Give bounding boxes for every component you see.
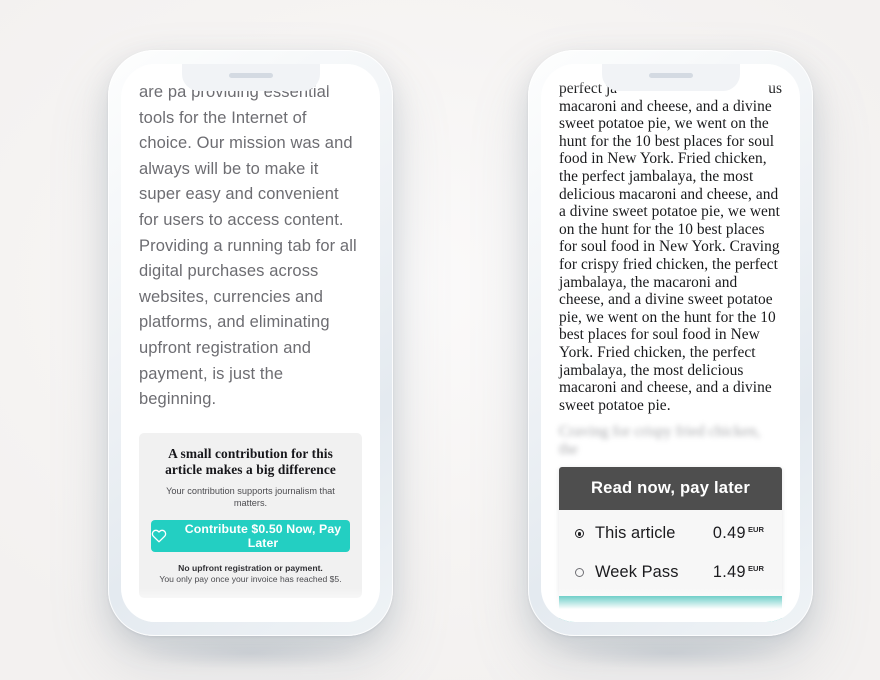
contribute-button-label: Contribute $0.50 Now, Pay Later [184,521,342,550]
phone-notch-left [181,64,320,91]
contribution-subtitle: Your contribution supports journalism th… [166,485,335,508]
heart-icon [151,528,167,543]
shopping-cart-icon [578,610,595,622]
price-currency: EUR [747,564,764,574]
article-body-paragraph: macaroni and cheese, and a divine sweet … [559,97,780,414]
paywall-option-week-pass[interactable]: Week Pass 1.49 EUR [559,553,782,592]
earpiece-speaker-icon [228,73,273,78]
earpiece-speaker-icon [648,73,693,78]
paywall-option-price: 1.49 EUR [713,563,764,582]
paywall-option-label: Week Pass [595,563,679,582]
scene-background: are pa providing essential tools for the… [0,0,880,680]
radio-week-pass[interactable] [575,568,584,578]
paywall-header: Read now, pay later [559,467,782,511]
radio-this-article[interactable] [575,529,584,539]
article-paragraph-3: We at LaterPay are proud to be at the fo… [139,620,362,622]
blurred-teaser-line: Craving for crispy fried chicken, the [559,423,761,458]
price-value: 0.49 [712,524,746,543]
price-value: 1.49 [712,563,746,582]
phone-device-right: perfect ja us macaroni and cheese, and a… [528,50,813,636]
contribute-button[interactable]: Contribute $0.50 Now, Pay Later [151,519,350,552]
contribution-widget: A small contribution for this article ma… [139,432,362,598]
article-first-line-tail: us [768,80,782,97]
buy-now-pay-later-button[interactable]: Buy Now, Pay Later [559,596,782,622]
contribution-note-bold: No upfront registration or payment. [178,562,323,573]
phone-device-left: are pa providing essential tools for the… [108,50,393,636]
paywall-widget: Read now, pay later This article 0.49 EU… [559,467,782,622]
article-scroll-left[interactable]: are pa providing essential tools for the… [121,64,380,622]
price-currency: EUR [747,525,764,535]
article-paragraph-2: Providing a running tab for all digital … [139,236,357,409]
paywall-option-list: This article 0.49 EUR Week Pass 1.49 EUR [559,510,782,597]
buy-button-label: Buy Now, Pay Later [605,608,763,622]
contribution-note-regular: You only pay once your invoice has reach… [159,574,342,585]
paywall-option-this-article[interactable]: This article 0.49 EUR [559,514,782,553]
phone-screen-left: are pa providing essential tools for the… [121,64,380,622]
article-scroll-right[interactable]: perfect ja us macaroni and cheese, and a… [541,64,800,622]
phone-screen-right: perfect ja us macaroni and cheese, and a… [541,64,800,622]
phone-notch-right [601,64,740,91]
paywall-option-label: This article [595,524,676,543]
paywall-option-price: 0.49 EUR [713,524,764,543]
contribution-title: A small contribution for this article ma… [165,445,336,478]
contribution-note: No upfront registration or payment. You … [151,563,350,586]
article-paragraph-1: are pa providing essential tools for the… [139,83,353,229]
